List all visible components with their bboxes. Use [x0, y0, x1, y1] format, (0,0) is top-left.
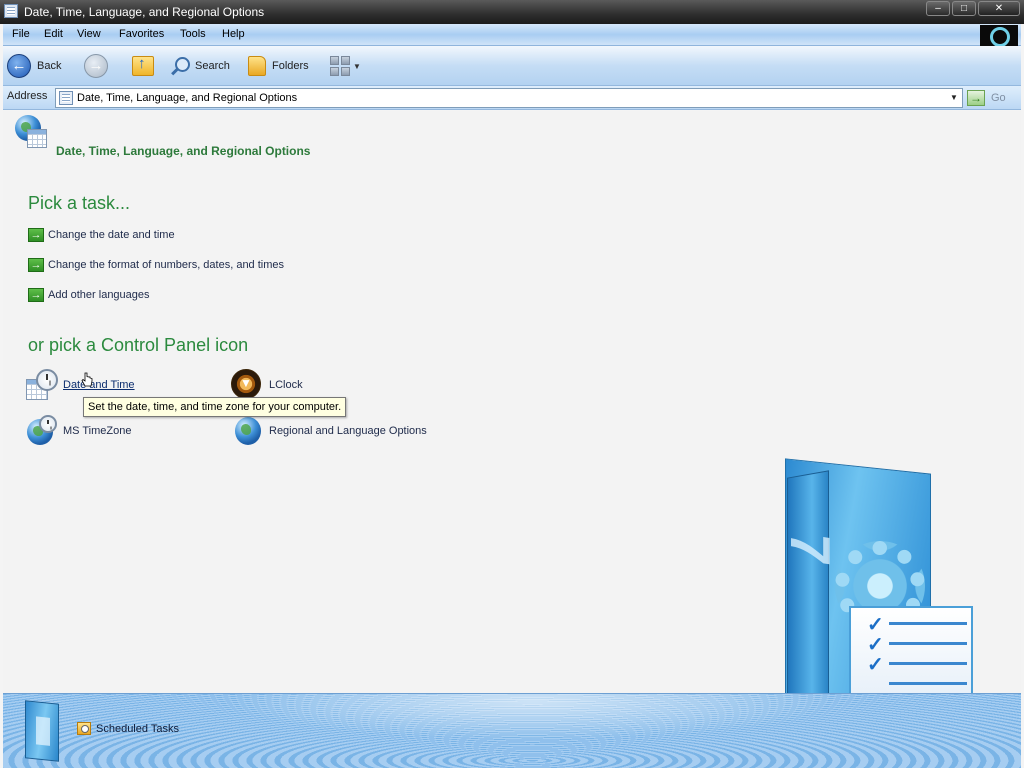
close-button[interactable]: ✕	[978, 1, 1020, 16]
address-value: Date, Time, Language, and Regional Optio…	[77, 92, 298, 104]
pick-icon-heading: or pick a Control Panel icon	[28, 335, 249, 355]
search-label: Search	[195, 60, 230, 72]
window-title: Date, Time, Language, and Regional Optio…	[24, 5, 265, 19]
views-icon	[330, 56, 350, 76]
task-add-languages[interactable]: → Add other languages	[28, 288, 150, 302]
task-change-date-time[interactable]: → Change the date and time	[28, 228, 175, 242]
control-panel-icon	[4, 4, 18, 18]
task-label: Add other languages	[48, 289, 150, 301]
menu-view[interactable]: View	[77, 28, 101, 40]
window-controls: – □ ✕	[926, 1, 1020, 16]
address-label: Address	[7, 90, 48, 102]
forward-button[interactable]: →	[84, 52, 108, 80]
folders-button[interactable]: Folders	[248, 52, 309, 80]
cp-item-regional-language[interactable]: Regional and Language Options	[231, 415, 427, 447]
page-title: Date, Time, Language, and Regional Optio…	[56, 144, 311, 158]
title-bar: Date, Time, Language, and Regional Optio…	[0, 0, 1024, 24]
task-arrow-icon: →	[28, 258, 44, 272]
menu-favorites[interactable]: Favorites	[119, 28, 164, 40]
back-label: Back	[37, 60, 62, 72]
menu-edit[interactable]: Edit	[44, 28, 63, 40]
scheduled-tasks-label: Scheduled Tasks	[96, 722, 179, 735]
go-button[interactable]: → Go	[967, 88, 1006, 108]
views-button[interactable]: ▼	[330, 52, 361, 80]
go-arrow-icon: →	[967, 90, 985, 106]
scheduled-tasks-link[interactable]: Scheduled Tasks	[77, 722, 179, 735]
windows-logo-icon	[980, 25, 1018, 47]
menu-help[interactable]: Help	[222, 28, 245, 40]
pick-task-heading: Pick a task...	[28, 193, 131, 213]
scheduled-tasks-icon	[77, 722, 91, 735]
folders-icon	[248, 56, 266, 76]
cp-item-ms-timezone[interactable]: MS TimeZone	[25, 415, 131, 447]
maximize-button[interactable]: □	[952, 1, 976, 16]
content-pane: Date, Time, Language, and Regional Optio…	[3, 111, 1021, 717]
globe-icon	[231, 415, 263, 447]
cp-item-label: Regional and Language Options	[269, 425, 427, 437]
explorer-window: File Edit View Favorites Tools Help ← Ba…	[0, 24, 1024, 768]
address-field[interactable]: Date, Time, Language, and Regional Optio…	[55, 88, 963, 108]
tooltip: Set the date, time, and time zone for yo…	[83, 397, 347, 417]
folder-icon	[25, 700, 59, 762]
toolbar: ← Back → Search Folders ▼	[3, 46, 1021, 86]
menu-bar: File Edit View Favorites Tools Help	[3, 24, 1021, 47]
back-arrow-icon: ←	[7, 54, 31, 78]
cp-item-label: LClock	[269, 379, 303, 391]
task-label: Change the date and time	[48, 229, 175, 241]
task-change-format[interactable]: → Change the format of numbers, dates, a…	[28, 258, 284, 272]
back-button[interactable]: ← Back	[7, 52, 61, 80]
menu-file[interactable]: File	[12, 28, 30, 40]
cp-item-label: Date and Time	[63, 379, 135, 391]
search-button[interactable]: Search	[171, 52, 230, 80]
cp-item-label: MS TimeZone	[63, 425, 132, 437]
task-label: Change the format of numbers, dates, and…	[48, 259, 285, 271]
address-dropdown-icon[interactable]: ▼	[946, 89, 962, 107]
folders-label: Folders	[272, 60, 309, 72]
control-panel-icon	[59, 91, 73, 105]
folder-illustration-icon: 7 ✓ ✓ ✓	[779, 458, 985, 716]
forward-arrow-icon: →	[84, 54, 108, 78]
hand-cursor-icon	[81, 372, 93, 387]
up-folder-button[interactable]	[132, 52, 154, 80]
menu-tools[interactable]: Tools	[180, 28, 206, 40]
search-icon	[171, 57, 190, 75]
date-time-icon	[25, 369, 58, 401]
chevron-down-icon: ▼	[353, 61, 361, 71]
details-bar: Scheduled Tasks	[3, 693, 1021, 768]
task-arrow-icon: →	[28, 228, 44, 242]
task-arrow-icon: →	[28, 288, 44, 302]
globe-clock-icon	[25, 415, 57, 447]
date-time-language-icon	[15, 115, 49, 149]
address-bar: Address Date, Time, Language, and Region…	[3, 86, 1021, 110]
go-label: Go	[991, 92, 1006, 104]
up-folder-icon	[132, 55, 154, 76]
minimize-button[interactable]: –	[926, 1, 950, 16]
